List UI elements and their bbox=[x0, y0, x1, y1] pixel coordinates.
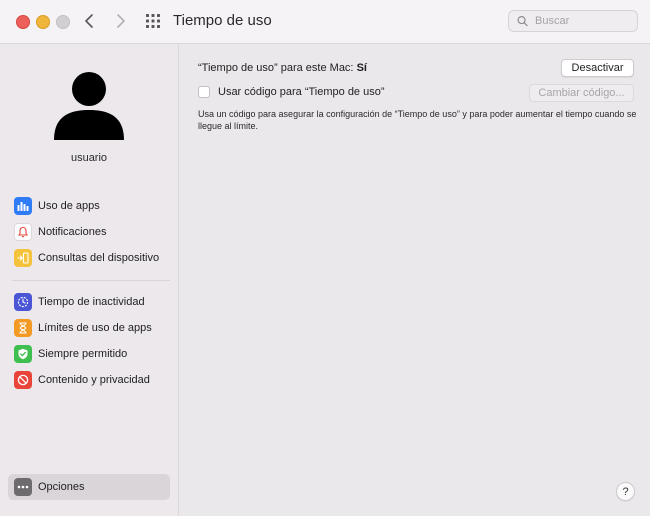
help-button[interactable]: ? bbox=[616, 482, 635, 501]
chevron-left-icon bbox=[85, 14, 93, 28]
downtime-icon bbox=[14, 293, 32, 311]
use-code-label: Usar código para “Tiempo de uso” bbox=[218, 86, 385, 98]
sidebar-item-label: Límites de uso de apps bbox=[38, 322, 152, 334]
deactivate-button[interactable]: Desactivar bbox=[561, 59, 634, 77]
status-value: Sí bbox=[356, 62, 367, 74]
user-avatar-icon bbox=[54, 72, 124, 140]
sidebar-separator bbox=[12, 280, 170, 281]
username-label: usuario bbox=[70, 152, 108, 164]
window-controls bbox=[16, 15, 70, 29]
close-window-button[interactable] bbox=[16, 15, 30, 29]
sidebar-item-notifications[interactable]: Notificaciones bbox=[12, 221, 170, 243]
main-panel: “Tiempo de uso” para este Mac: Sí Desact… bbox=[179, 44, 650, 516]
navigation-buttons bbox=[80, 11, 130, 31]
change-code-button[interactable]: Cambiar código... bbox=[529, 84, 634, 102]
sidebar-item-pickups[interactable]: Consultas del dispositivo bbox=[12, 247, 170, 269]
app-usage-icon bbox=[14, 197, 32, 215]
notifications-icon bbox=[14, 223, 32, 241]
sidebar-item-downtime[interactable]: Tiempo de inactividad bbox=[12, 291, 170, 313]
sidebar-item-always-allowed[interactable]: Siempre permitido bbox=[12, 343, 170, 365]
minimize-window-button[interactable] bbox=[36, 15, 50, 29]
zoom-window-button[interactable] bbox=[56, 15, 70, 29]
sidebar-item-app-limits[interactable]: Límites de uso de apps bbox=[12, 317, 170, 339]
search-field[interactable] bbox=[508, 10, 638, 32]
app-limits-icon bbox=[14, 319, 32, 337]
sidebar-item-label: Opciones bbox=[38, 481, 85, 493]
sidebar-item-label: Uso de apps bbox=[38, 200, 100, 212]
grid-icon bbox=[146, 14, 160, 28]
chevron-right-icon bbox=[117, 14, 125, 28]
status-prefix: “Tiempo de uso” para este Mac: bbox=[198, 62, 354, 74]
sidebar-item-content-privacy[interactable]: Contenido y privacidad bbox=[12, 369, 170, 391]
sidebar-item-label: Notificaciones bbox=[38, 226, 107, 238]
forward-button[interactable] bbox=[112, 11, 130, 31]
use-code-checkbox[interactable] bbox=[198, 86, 210, 98]
more-options-icon bbox=[14, 478, 32, 496]
use-code-option[interactable]: Usar código para “Tiempo de uso” bbox=[198, 86, 385, 98]
sidebar-item-label: Tiempo de inactividad bbox=[38, 296, 145, 308]
sidebar-item-options[interactable]: Opciones bbox=[8, 474, 170, 500]
search-icon bbox=[517, 16, 528, 27]
show-all-button[interactable] bbox=[145, 13, 161, 29]
screen-time-status: “Tiempo de uso” para este Mac: Sí bbox=[198, 62, 367, 74]
window-title: Tiempo de uso bbox=[173, 12, 272, 29]
sidebar-item-label: Siempre permitido bbox=[38, 348, 128, 360]
title-bar: Tiempo de uso bbox=[0, 0, 650, 44]
pickups-icon bbox=[14, 249, 32, 267]
system-preferences-window: Tiempo de uso usuario Uso de apps bbox=[0, 0, 650, 516]
search-input[interactable] bbox=[533, 14, 637, 28]
sidebar: usuario Uso de apps Notificaciones Consu… bbox=[0, 44, 179, 516]
back-button[interactable] bbox=[80, 11, 98, 31]
content-privacy-icon bbox=[14, 371, 32, 389]
always-allowed-icon bbox=[14, 345, 32, 363]
sidebar-item-label: Consultas del dispositivo bbox=[38, 252, 160, 264]
use-code-description: Usa un código para asegurar la configura… bbox=[198, 109, 637, 131]
sidebar-item-label: Contenido y privacidad bbox=[38, 374, 150, 386]
sidebar-item-app-usage[interactable]: Uso de apps bbox=[12, 195, 170, 217]
